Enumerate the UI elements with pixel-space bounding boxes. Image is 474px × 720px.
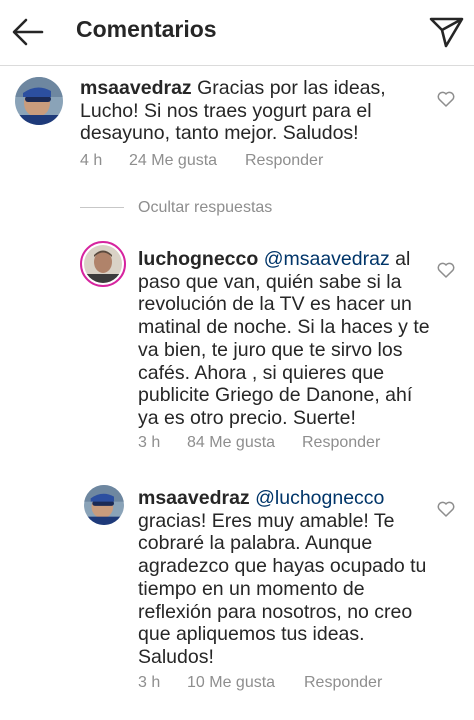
reply-button[interactable]: Responder xyxy=(245,152,323,170)
comment-likes[interactable]: 84 Me gusta xyxy=(187,434,275,452)
comment-body-line: ya es otro precio. Suerte! xyxy=(138,406,356,429)
comment-body-line: publicite Griego de Danone, ahí xyxy=(138,384,413,407)
comment-likes[interactable]: 10 Me gusta xyxy=(187,674,275,692)
header-bar: Comentarios xyxy=(0,0,474,66)
comment-body-line: desayuno, tanto mejor. Saludos! xyxy=(80,122,359,145)
avatar[interactable] xyxy=(84,485,124,525)
page-title: Comentarios xyxy=(76,16,217,42)
comment-time: 3 h xyxy=(138,434,161,451)
comment-body-line: cobraré la palabra. Aunque xyxy=(138,532,373,555)
comment-body-line: revolución de la TV es hacer un xyxy=(138,293,412,316)
avatar[interactable] xyxy=(80,241,126,287)
comment-body-line: al xyxy=(395,248,411,270)
comment-body-line: que apliquemos tus ideas. xyxy=(138,623,365,646)
comment-body-line: gracias! Eres muy amable! Te xyxy=(138,509,395,532)
comment-body-line: tiempo en un momento de xyxy=(138,577,365,600)
mention-link[interactable]: @msaavedraz xyxy=(264,248,390,270)
comment-body-line: cafés. Ahora , si quieres que xyxy=(138,361,385,384)
comment-text: msaavedraz @luchognecco gracias! Eres mu… xyxy=(138,487,438,669)
paper-plane-icon[interactable] xyxy=(426,12,466,52)
hide-replies-button[interactable]: Ocultar respuestas xyxy=(138,199,272,217)
comment-body-line: Saludos! xyxy=(138,645,214,668)
heart-outline-icon[interactable] xyxy=(437,262,455,278)
mention-link[interactable]: @luchognecco xyxy=(255,487,384,509)
comment-time: 3 h xyxy=(138,674,161,691)
comment-username[interactable]: msaavedraz xyxy=(80,77,192,99)
comment-username[interactable]: luchognecco xyxy=(138,248,258,270)
comment-body-line: Lucho! Si nos traes yogurt para el xyxy=(80,99,372,122)
comment-body-line: reflexión para nosotros, no creo xyxy=(138,600,413,623)
comment-body-line: agradezco que hayas ocupado tu xyxy=(138,555,427,578)
reply-button[interactable]: Responder xyxy=(304,674,382,692)
avatar[interactable] xyxy=(15,77,63,125)
replies-divider xyxy=(80,207,124,208)
comment-text: luchognecco @msaavedraz al paso que van,… xyxy=(138,248,438,430)
comment-likes[interactable]: 24 Me gusta xyxy=(129,152,217,170)
comment-body-line: va bien, te juro que te sirvo los xyxy=(138,338,403,361)
heart-outline-icon[interactable] xyxy=(437,501,455,517)
comment-body-line: matinal de noche. Si la haces y te xyxy=(138,316,430,339)
comment-time: 4 h xyxy=(80,152,103,169)
reply-button[interactable]: Responder xyxy=(302,434,380,452)
comment-text: msaavedraz Gracias por las ideas, Lucho!… xyxy=(80,77,430,145)
comment-username[interactable]: msaavedraz xyxy=(138,487,250,509)
comment-body-line: Gracias por las ideas, xyxy=(197,77,386,99)
back-arrow-icon[interactable] xyxy=(8,12,48,52)
heart-outline-icon[interactable] xyxy=(437,91,455,107)
comment-body-line: paso que van, quién sabe si la xyxy=(138,270,402,293)
